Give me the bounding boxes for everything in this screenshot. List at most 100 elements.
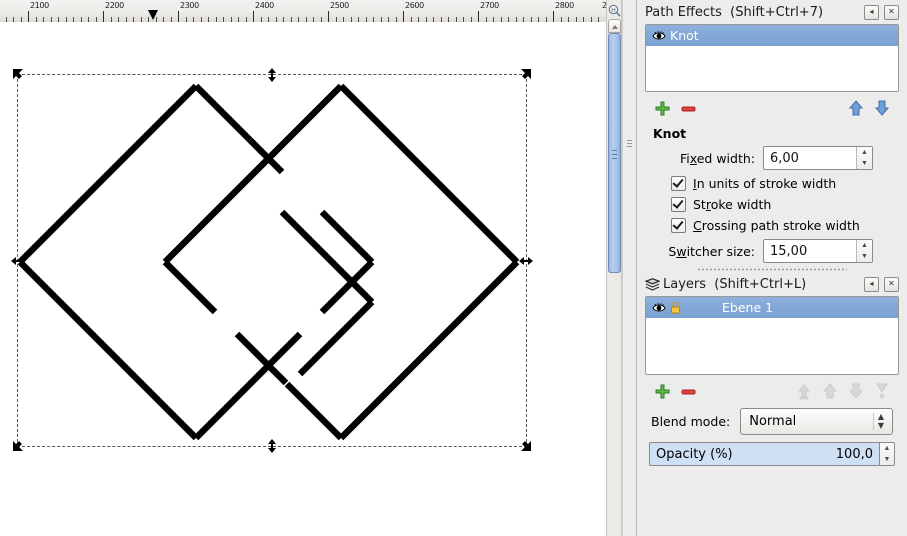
path-effect-item-knot[interactable]: Knot (646, 25, 898, 46)
opacity-spin-buttons[interactable]: ▲ ▼ (880, 442, 895, 466)
switcher-size-spinner[interactable]: ▲ ▼ (763, 239, 873, 263)
lock-icon[interactable] (670, 301, 688, 314)
canvas-area[interactable]: 210022002300240025002600270028002900 (0, 0, 636, 536)
layers-title: Layers (Shift+Ctrl+L) (663, 277, 859, 292)
in-units-of-stroke-width-row[interactable]: In units of stroke width (643, 173, 901, 194)
blend-mode-value: Normal (749, 414, 873, 429)
add-layer-button[interactable] (649, 380, 675, 402)
ruler-label: 2500 (330, 1, 349, 10)
selection-handle-s[interactable] (264, 438, 280, 454)
layers-close-icon[interactable]: ✕ (884, 277, 899, 292)
layers-collapse-icon[interactable]: ◂ (864, 277, 879, 292)
in-units-of-stroke-width-checkbox[interactable] (671, 176, 686, 191)
switcher-size-input[interactable] (764, 240, 856, 262)
crossing-path-stroke-width-checkbox[interactable] (671, 218, 686, 233)
ruler-tick (328, 11, 329, 22)
dock-splitter[interactable] (622, 0, 636, 536)
layers-titlebar: Layers (Shift+Ctrl+L) ◂ ✕ (643, 272, 901, 296)
ruler-label: 2200 (105, 1, 124, 10)
selection-handle-w[interactable] (10, 253, 26, 269)
blend-mode-select[interactable]: Normal ▲▼ (740, 408, 893, 435)
layers-icon (645, 278, 663, 291)
opacity-value: 100,0 (836, 447, 873, 462)
switcher-size-spin-buttons[interactable]: ▲ ▼ (856, 240, 872, 262)
ruler-tick (253, 11, 254, 22)
ruler-tick (103, 11, 104, 22)
eye-icon[interactable] (652, 30, 670, 41)
opacity-decrement[interactable]: ▼ (880, 454, 894, 465)
opacity-label: Opacity (%) (656, 447, 836, 462)
eye-icon[interactable] (652, 302, 670, 313)
fixed-width-increment[interactable]: ▲ (857, 147, 872, 158)
stroke-width-row[interactable]: Stroke width (643, 194, 901, 215)
ruler-cursor-marker (148, 10, 158, 20)
ruler-label: 2300 (180, 1, 199, 10)
raise-layer-to-top-button (791, 380, 817, 402)
inkscape-window: 210022002300240025002600270028002900 (0, 0, 907, 536)
ruler-label: 2700 (480, 1, 499, 10)
move-effect-down-button[interactable] (869, 97, 895, 119)
selection-handle-n[interactable] (264, 67, 280, 83)
path-effects-title-text: Path Effects (645, 5, 722, 20)
fixed-width-spinner[interactable]: ▲ ▼ (763, 146, 873, 170)
in-units-of-stroke-width-label: In units of stroke width (693, 176, 836, 191)
move-effect-up-button[interactable] (843, 97, 869, 119)
selection-handle-se[interactable] (518, 438, 534, 454)
ruler-label: 2400 (255, 1, 274, 10)
selection-handle-sw[interactable] (10, 438, 26, 454)
opacity-increment[interactable]: ▲ (880, 443, 894, 454)
remove-effect-button[interactable] (675, 97, 701, 119)
raise-layer-button (817, 380, 843, 402)
vertical-scrollbar[interactable]: H (606, 0, 622, 536)
opacity-field[interactable]: Opacity (%) 100,0 (649, 442, 880, 466)
fixed-width-row: Fixed width: ▲ ▼ (643, 143, 901, 173)
layers-title-text: Layers (663, 277, 706, 292)
selection-bbox[interactable] (17, 74, 527, 447)
path-effects-titlebar: Path Effects (Shift+Ctrl+7) ◂ ✕ (643, 0, 901, 24)
path-effects-shortcut: (Shift+Ctrl+7) (730, 5, 823, 20)
scrollbar-thumb[interactable] (608, 33, 621, 273)
ruler-tick (178, 11, 179, 22)
horizontal-ruler[interactable]: 210022002300240025002600270028002900 (0, 0, 622, 23)
fixed-width-label: Fixed width: (647, 151, 763, 166)
selection-handle-e[interactable] (518, 253, 534, 269)
path-effects-title: Path Effects (Shift+Ctrl+7) (645, 5, 859, 20)
selection-handle-ne[interactable] (518, 67, 534, 83)
blend-mode-row: Blend mode: Normal ▲▼ (643, 405, 901, 438)
selection-handle-nw[interactable] (10, 67, 26, 83)
lower-layer-button (843, 380, 869, 402)
opacity-row[interactable]: Opacity (%) 100,0 ▲ ▼ (649, 442, 895, 466)
path-effects-toolbar (643, 92, 901, 122)
remove-layer-button[interactable] (675, 380, 701, 402)
scrollbar-up-button[interactable] (608, 19, 621, 33)
svg-text:H: H (611, 7, 616, 14)
stroke-width-checkbox[interactable] (671, 197, 686, 212)
path-effects-list[interactable]: Knot (645, 24, 899, 92)
fixed-width-decrement[interactable]: ▼ (857, 158, 872, 169)
ruler-label: 2100 (30, 1, 49, 10)
add-effect-button[interactable] (649, 97, 675, 119)
effect-params-title: Knot (643, 122, 901, 143)
switcher-size-increment[interactable]: ▲ (857, 240, 872, 251)
layers-list[interactable]: Ebene 1 (645, 296, 899, 375)
layers-toolbar (643, 375, 901, 405)
layers-panel: Layers (Shift+Ctrl+L) ◂ ✕ (637, 272, 907, 466)
path-effects-close-icon[interactable]: ✕ (884, 5, 899, 20)
layer-name: Ebene 1 (722, 300, 773, 315)
crossing-path-stroke-width-row[interactable]: Crossing path stroke width (643, 215, 901, 236)
lower-layer-to-bottom-button (869, 380, 895, 402)
ruler-label: 2800 (555, 1, 574, 10)
layer-item-ebene-1[interactable]: Ebene 1 (646, 297, 898, 318)
fixed-width-input[interactable] (764, 147, 856, 169)
chevron-updown-icon[interactable]: ▲▼ (873, 413, 888, 431)
dock-splitter-grip[interactable] (627, 140, 632, 154)
path-effect-name: Knot (670, 28, 699, 43)
switcher-size-row: Switcher size: ▲ ▼ (643, 236, 901, 266)
fixed-width-spin-buttons[interactable]: ▲ ▼ (856, 147, 872, 169)
zoom-indicator-icon[interactable]: H (607, 2, 621, 18)
path-effects-collapse-icon[interactable]: ◂ (864, 5, 879, 20)
switcher-size-decrement[interactable]: ▼ (857, 251, 872, 262)
right-dock: Path Effects (Shift+Ctrl+7) ◂ ✕ Knot (636, 0, 907, 536)
ruler-tick (403, 11, 404, 22)
blend-mode-label: Blend mode: (651, 414, 740, 429)
